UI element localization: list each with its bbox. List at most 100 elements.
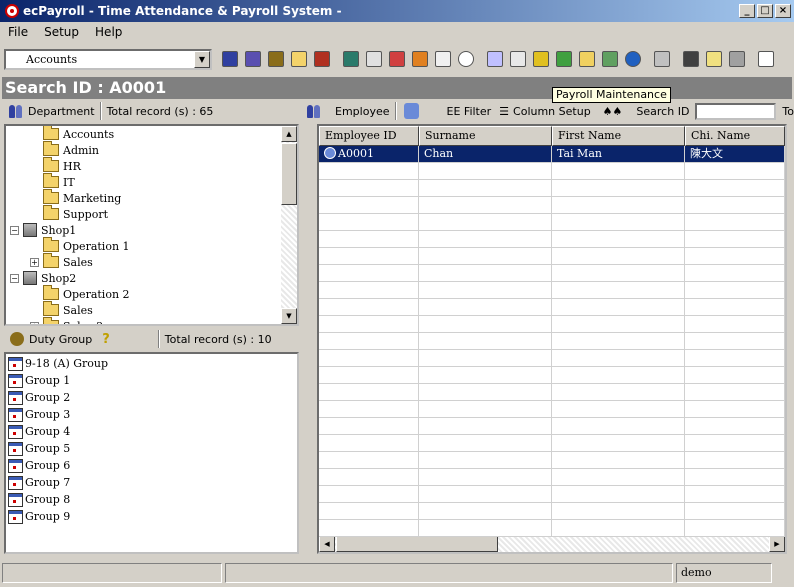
table-row[interactable] bbox=[319, 469, 785, 486]
list-item[interactable]: Group 7 bbox=[8, 474, 70, 491]
table-row[interactable] bbox=[319, 486, 785, 503]
table-row[interactable] bbox=[319, 265, 785, 282]
scroll-down-icon[interactable]: ▼ bbox=[281, 308, 297, 324]
maximize-button[interactable]: □ bbox=[757, 4, 773, 18]
pen-tool-button[interactable] bbox=[432, 48, 454, 70]
column-setup-button[interactable]: Column Setup bbox=[513, 105, 591, 118]
expand-icon[interactable]: + bbox=[30, 257, 39, 267]
runner-tool-button[interactable] bbox=[553, 48, 575, 70]
table-row[interactable] bbox=[319, 350, 785, 367]
table-row[interactable] bbox=[319, 418, 785, 435]
table-row[interactable] bbox=[319, 180, 785, 197]
tree-item[interactable]: Admin bbox=[30, 141, 99, 158]
report-tool-button[interactable] bbox=[363, 48, 385, 70]
print-tool-button[interactable] bbox=[651, 48, 673, 70]
duty-group-list[interactable]: 9-18 (A) Group Group 1 Group 2 Group 3 Group… bbox=[4, 352, 299, 554]
list-item[interactable]: Group 1 bbox=[8, 372, 70, 389]
table-row[interactable] bbox=[319, 503, 785, 520]
grid-hscrollbar[interactable]: ◀ ▶ bbox=[319, 536, 785, 552]
tree-item[interactable]: + Sales 2 bbox=[30, 317, 103, 324]
gear-tool-button[interactable] bbox=[409, 48, 431, 70]
column-header[interactable]: Surname bbox=[419, 126, 552, 146]
clock-tool-button[interactable] bbox=[455, 48, 477, 70]
folder-tool-button[interactable] bbox=[288, 48, 310, 70]
calendar-tool-button[interactable] bbox=[386, 48, 408, 70]
tree-item[interactable]: Accounts bbox=[30, 126, 114, 142]
department-combo[interactable]: Accounts ▼ bbox=[4, 48, 212, 70]
scroll-up-icon[interactable]: ▲ bbox=[281, 126, 297, 142]
scroll-left-icon[interactable]: ◀ bbox=[319, 536, 335, 552]
location-tool-button[interactable] bbox=[599, 48, 621, 70]
list-item[interactable]: Group 8 bbox=[8, 491, 70, 508]
column-header[interactable]: First Name bbox=[552, 126, 685, 146]
tree-item[interactable]: Marketing bbox=[30, 189, 121, 206]
table-row[interactable] bbox=[319, 231, 785, 248]
table-row[interactable] bbox=[319, 214, 785, 231]
title-bar[interactable]: ecPayroll - Time Attendance & Payroll Sy… bbox=[0, 0, 794, 22]
list-item[interactable]: Group 3 bbox=[8, 406, 70, 423]
list-item[interactable]: 9-18 (A) Group bbox=[8, 355, 108, 372]
table-row[interactable] bbox=[319, 248, 785, 265]
duty-tool-button[interactable] bbox=[265, 48, 287, 70]
menu-help[interactable]: Help bbox=[87, 25, 130, 39]
table-row[interactable] bbox=[319, 163, 785, 180]
tree-scrollbar[interactable]: ▲ ▼ bbox=[281, 126, 297, 324]
tools-tool-button[interactable] bbox=[726, 48, 748, 70]
table-row[interactable] bbox=[319, 401, 785, 418]
refresh-tool-button[interactable] bbox=[755, 48, 777, 70]
list-item[interactable]: Group 5 bbox=[8, 440, 70, 457]
shop-tool-button[interactable] bbox=[311, 48, 333, 70]
edit-tool-button[interactable] bbox=[703, 48, 725, 70]
globe-tool-button[interactable] bbox=[622, 48, 644, 70]
monitor-tool-button[interactable] bbox=[680, 48, 702, 70]
ee-filter-button[interactable]: EE Filter bbox=[447, 105, 492, 118]
column-header[interactable]: Employee ID bbox=[319, 126, 419, 146]
mail-tool-button[interactable] bbox=[507, 48, 529, 70]
employee-grid[interactable]: Employee ID Surname First Name Chi. Name ◀ … bbox=[317, 124, 787, 554]
tree-item[interactable]: Sales bbox=[30, 301, 93, 318]
tree-item[interactable]: HR bbox=[30, 157, 81, 174]
department-tool-button[interactable] bbox=[242, 48, 264, 70]
tree-item[interactable]: Operation 2 bbox=[30, 285, 130, 302]
table-row[interactable] bbox=[319, 316, 785, 333]
scroll-right-icon[interactable]: ▶ bbox=[769, 536, 785, 552]
collapse-icon[interactable]: − bbox=[10, 225, 19, 235]
table-row[interactable] bbox=[319, 197, 785, 214]
app-logo-icon[interactable] bbox=[5, 4, 19, 18]
table-row[interactable]: A0001 Chan Tai Man 陳大文 bbox=[319, 146, 785, 163]
tree-item[interactable]: Support bbox=[30, 205, 108, 222]
menu-file[interactable]: File bbox=[0, 25, 36, 39]
table-row[interactable] bbox=[319, 282, 785, 299]
column-header[interactable]: Chi. Name bbox=[685, 126, 785, 146]
help-icon[interactable]: ? bbox=[102, 332, 110, 347]
tree-item[interactable]: IT bbox=[30, 173, 75, 190]
tree-item[interactable]: Operation 1 bbox=[30, 237, 130, 254]
table-row[interactable] bbox=[319, 384, 785, 401]
list-item[interactable]: Group 6 bbox=[8, 457, 70, 474]
collapse-icon[interactable]: − bbox=[10, 273, 19, 283]
list-item[interactable]: Group 4 bbox=[8, 423, 70, 440]
department-tree[interactable]: ▲ ▼ Accounts Admin HR IT Marketing Support − Sh… bbox=[4, 124, 299, 326]
scroll-thumb[interactable] bbox=[281, 143, 297, 205]
table-row[interactable] bbox=[319, 367, 785, 384]
close-button[interactable]: × bbox=[775, 4, 791, 18]
hscroll-thumb[interactable] bbox=[336, 536, 498, 552]
tree-item[interactable]: + Sales bbox=[30, 253, 93, 270]
table-row[interactable] bbox=[319, 299, 785, 316]
table-row[interactable] bbox=[319, 452, 785, 469]
table-row[interactable] bbox=[319, 333, 785, 350]
search-id-input[interactable] bbox=[695, 102, 777, 120]
wrench-icon[interactable] bbox=[403, 103, 419, 119]
binoculars-icon[interactable]: ♠♠ bbox=[603, 105, 623, 118]
employees-tool-button[interactable] bbox=[219, 48, 241, 70]
payroll-tool-button[interactable] bbox=[530, 48, 552, 70]
menu-setup[interactable]: Setup bbox=[36, 25, 87, 39]
tree-item[interactable]: − Shop1 bbox=[10, 222, 76, 238]
minimize-button[interactable]: _ bbox=[739, 4, 755, 18]
tree-item[interactable]: − Shop2 bbox=[10, 270, 76, 286]
table-row[interactable] bbox=[319, 435, 785, 452]
list-item[interactable]: Group 2 bbox=[8, 389, 70, 406]
expand-icon[interactable]: + bbox=[30, 321, 39, 324]
combo-dropdown-icon[interactable]: ▼ bbox=[194, 50, 210, 68]
export-tool-button[interactable] bbox=[484, 48, 506, 70]
